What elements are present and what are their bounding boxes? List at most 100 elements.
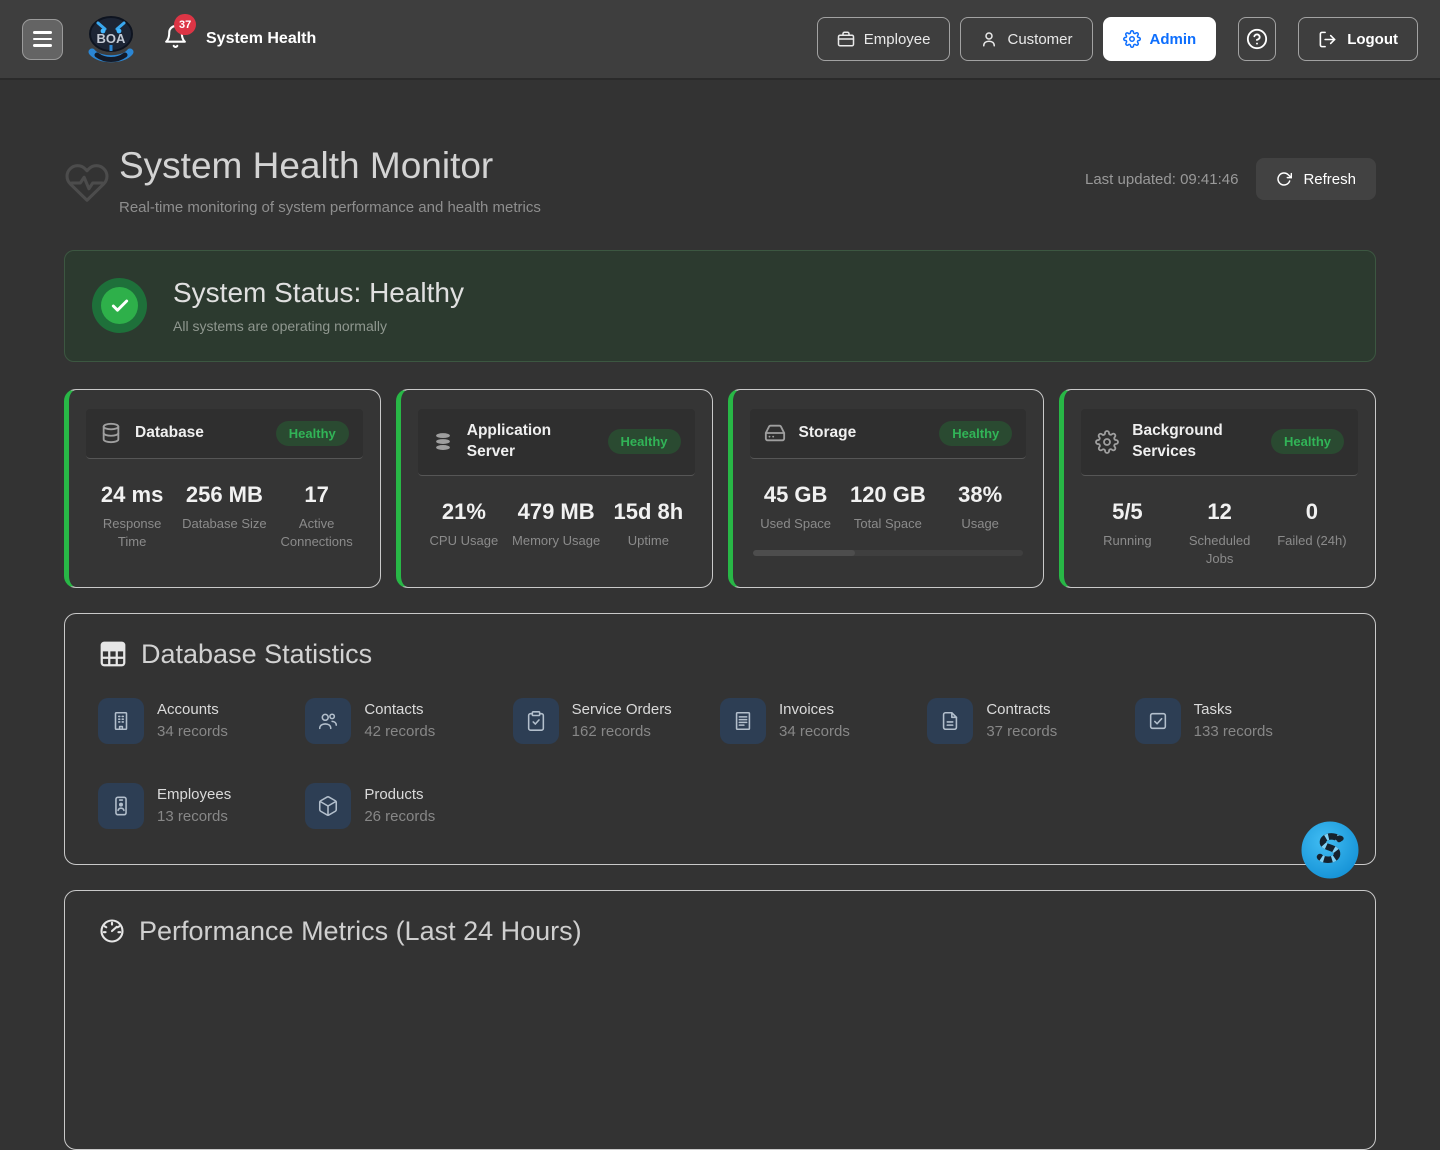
stat-value: 479 MB [512, 499, 600, 525]
check-square-icon [1135, 698, 1181, 744]
stat: 12 Scheduled Jobs [1174, 499, 1266, 568]
navbar: BOA 37 System Health Employee [0, 0, 1440, 80]
stat: 479 MB Memory Usage [510, 499, 602, 550]
stat: 17 Active Connections [271, 482, 363, 551]
stat-item-service-orders: Service Orders 162 records [513, 698, 720, 744]
page-header: System Health Monitor Real-time monitori… [64, 146, 1376, 216]
stat-item-records: 133 records [1194, 723, 1273, 740]
status-subtitle: All systems are operating normally [173, 318, 464, 334]
card-title: Storage [799, 423, 857, 444]
stat-label: Scheduled Jobs [1176, 532, 1264, 568]
svg-text:BOA: BOA [97, 31, 127, 46]
server-icon [432, 431, 454, 453]
notifications-button[interactable]: 37 [163, 24, 188, 54]
stat-item-tasks: Tasks 133 records [1135, 698, 1342, 744]
stat-label: Usage [936, 515, 1024, 533]
card-title: Background Services [1132, 421, 1258, 463]
briefcase-icon [837, 30, 855, 48]
stat-value: 256 MB [180, 482, 268, 508]
stat-label: Total Space [844, 515, 932, 533]
stat-item-name: Products [364, 786, 435, 803]
clipboard-check-icon [513, 698, 559, 744]
stat-value: 45 GB [752, 482, 840, 508]
stat-item-invoices: Invoices 34 records [720, 698, 927, 744]
file-text-icon [927, 698, 973, 744]
logout-icon [1318, 30, 1337, 49]
last-updated-text: Last updated: 09:41:46 [1085, 171, 1238, 188]
gear-icon [1095, 430, 1119, 454]
notification-count-badge: 37 [174, 14, 196, 35]
status-title: System Status: Healthy [173, 277, 464, 309]
logout-button[interactable]: Logout [1298, 17, 1418, 61]
status-badge: Healthy [939, 421, 1012, 446]
stat: 24 ms Response Time [86, 482, 178, 551]
stat-item-records: 42 records [364, 723, 435, 740]
storage-usage-progressbar [753, 550, 1024, 556]
health-cards-row: Database Healthy 24 ms Response Time 256… [64, 389, 1376, 588]
page-subtitle: Real-time monitoring of system performan… [119, 199, 541, 216]
stat-value: 17 [273, 482, 361, 508]
stat-label: Failed (24h) [1268, 532, 1356, 550]
app-title: System Health [206, 30, 316, 48]
stat: 45 GB Used Space [750, 482, 842, 533]
people-icon [305, 698, 351, 744]
hard-drive-icon [764, 422, 786, 444]
logout-label: Logout [1347, 31, 1398, 48]
health-card-application-server: Application Server Healthy 21% CPU Usage… [396, 389, 713, 588]
admin-nav-button[interactable]: Admin [1103, 17, 1217, 61]
health-card-database: Database Healthy 24 ms Response Time 256… [64, 389, 381, 588]
boa-assistant-fab[interactable] [1301, 821, 1359, 879]
package-icon [305, 783, 351, 829]
heart-pulse-icon [64, 150, 110, 216]
main-content: System Health Monitor Real-time monitori… [0, 146, 1440, 1150]
stat-item-employees: Employees 13 records [98, 783, 305, 829]
customer-nav-label: Customer [1007, 31, 1072, 48]
stat-label: CPU Usage [420, 532, 508, 550]
storage-progress-fill [753, 550, 856, 556]
stat: 5/5 Running [1081, 499, 1173, 568]
stat-value: 21% [420, 499, 508, 525]
refresh-icon [1276, 171, 1292, 187]
stat-item-records: 13 records [157, 808, 231, 825]
boa-logo[interactable]: BOA [83, 11, 139, 67]
question-circle-icon [1246, 28, 1268, 50]
id-badge-icon [98, 783, 144, 829]
table-icon [98, 639, 128, 669]
stat-item-name: Employees [157, 786, 231, 803]
navbar-actions: Employee Customer Admin [817, 17, 1418, 61]
stat: 120 GB Total Space [842, 482, 934, 533]
stat-label: Response Time [88, 515, 176, 551]
help-button[interactable] [1238, 17, 1276, 61]
stat-item-records: 34 records [779, 723, 850, 740]
page-title: System Health Monitor [119, 146, 541, 187]
stat-item-accounts: Accounts 34 records [98, 698, 305, 744]
person-icon [980, 30, 998, 48]
stat-item-records: 162 records [572, 723, 672, 740]
admin-nav-label: Admin [1150, 31, 1197, 48]
stat-label: Used Space [752, 515, 840, 533]
stat-label: Memory Usage [512, 532, 600, 550]
refresh-label: Refresh [1303, 171, 1356, 188]
status-check-icon [92, 278, 147, 333]
stat-item-records: 34 records [157, 723, 228, 740]
employee-nav-button[interactable]: Employee [817, 17, 951, 61]
stat-label: Running [1083, 532, 1171, 550]
gauge-icon [98, 917, 126, 945]
stat: 21% CPU Usage [418, 499, 510, 550]
menu-button[interactable] [22, 19, 63, 60]
customer-nav-button[interactable]: Customer [960, 17, 1092, 61]
health-card-background-services: Background Services Healthy 5/5 Running … [1059, 389, 1376, 588]
invoice-icon [720, 698, 766, 744]
system-status-banner: System Status: Healthy All systems are o… [64, 250, 1376, 362]
stat-label: Uptime [604, 532, 692, 550]
stat-item-name: Service Orders [572, 701, 672, 718]
section-title: Performance Metrics (Last 24 Hours) [139, 916, 582, 947]
refresh-button[interactable]: Refresh [1256, 158, 1376, 200]
stat: 0 Failed (24h) [1266, 499, 1358, 568]
section-title: Database Statistics [141, 639, 372, 670]
stat: 15d 8h Uptime [602, 499, 694, 550]
stat-label: Database Size [180, 515, 268, 533]
stat: 38% Usage [934, 482, 1026, 533]
status-badge: Healthy [276, 421, 349, 446]
stat-value: 5/5 [1083, 499, 1171, 525]
